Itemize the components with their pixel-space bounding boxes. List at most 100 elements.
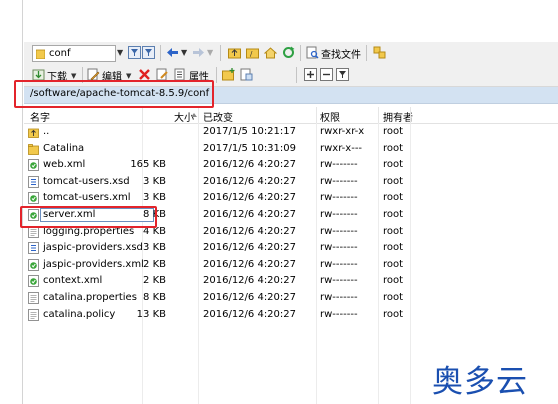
toolbar-separator — [300, 45, 301, 61]
file-size: 13 KB — [136, 308, 166, 320]
file-owner: root — [383, 142, 404, 154]
folder-combo-value: conf — [49, 48, 71, 59]
toolbar-separator — [160, 45, 161, 61]
file-permissions: rw------- — [320, 192, 358, 204]
file-owner: root — [383, 209, 404, 220]
column-header-modified[interactable]: 已改变 — [203, 109, 233, 124]
file-modified: 2016/12/6 4:20:27 — [203, 308, 297, 320]
file-permissions: rw------- — [320, 175, 358, 187]
refresh-icon[interactable] — [282, 46, 295, 59]
toolbar-separator — [216, 67, 217, 83]
parent-folder-icon — [28, 128, 39, 138]
sort-ascending-icon — [191, 113, 197, 117]
filter-icon[interactable] — [128, 46, 141, 59]
file-modified: 2016/12/6 4:20:27 — [203, 242, 297, 254]
file-modified: 2016/12/6 4:20:27 — [203, 209, 297, 220]
file-owner: root — [383, 258, 404, 270]
file-list-header: 名字 大小 已改变 权限 拥有者 — [24, 107, 558, 124]
file-modified: 2016/12/6 4:20:27 — [203, 225, 297, 237]
file-permissions: rw------- — [320, 275, 358, 287]
home-icon[interactable] — [264, 46, 277, 59]
parent-folder-icon[interactable] — [228, 46, 241, 59]
filter-select-icon[interactable] — [336, 68, 349, 81]
file-size: 3 KB — [143, 192, 166, 204]
file-owner: root — [383, 275, 404, 287]
file-modified: 2017/1/5 10:31:09 — [203, 142, 297, 154]
file-permissions: rwxr-x--- — [320, 142, 363, 154]
back-dropdown-icon[interactable]: ▼ — [181, 46, 191, 60]
funnel-icon[interactable] — [142, 46, 155, 59]
file-modified: 2016/12/6 4:20:27 — [203, 275, 297, 287]
file-row[interactable]: jaspic-providers.xsd 3 KB 2016/12/6 4:20:2… — [24, 240, 558, 256]
file-owner: root — [383, 225, 404, 237]
column-divider — [198, 107, 199, 123]
file-owner: root — [383, 192, 404, 204]
file-name: catalina.policy — [43, 308, 116, 320]
select-all-icon[interactable] — [304, 68, 317, 81]
column-header-permissions[interactable]: 权限 — [320, 109, 340, 124]
left-pane-edge — [0, 0, 23, 404]
find-file-icon[interactable] — [306, 46, 319, 59]
sync-browsing-icon[interactable] — [373, 46, 386, 59]
column-header-name[interactable]: 名字 — [30, 109, 50, 124]
file-row[interactable]: tomcat-users.xml 3 KB 2016/12/6 4:20:27 rw-… — [24, 190, 558, 206]
path-highlight-box — [14, 80, 214, 108]
file-row[interactable]: context.xml 2 KB 2016/12/6 4:20:27 rw------… — [24, 273, 558, 289]
file-name: web.xml — [43, 159, 86, 171]
file-owner: root — [383, 308, 404, 320]
file-size: 3 KB — [143, 175, 166, 187]
xml-file-icon — [28, 258, 39, 271]
file-modified: 2016/12/6 4:20:27 — [203, 175, 297, 187]
file-row[interactable]: catalina.properties 8 KB 2016/12/6 4:20:27… — [24, 290, 558, 306]
file-row[interactable]: Catalina 2017/1/5 10:31:09 rwxr-x--- root — [24, 141, 558, 157]
file-owner: root — [383, 175, 404, 187]
xml-file-icon — [28, 159, 39, 172]
server-xml-highlight-box — [20, 206, 157, 228]
file-row[interactable]: catalina.policy 13 KB 2016/12/6 4:20:27 rw-… — [24, 307, 558, 323]
file-permissions: rw------- — [320, 308, 358, 320]
column-divider — [378, 107, 379, 123]
forward-dropdown-icon[interactable]: ▼ — [207, 46, 217, 60]
file-size: 3 KB — [143, 242, 166, 254]
root-folder-icon[interactable]: / — [246, 46, 259, 59]
find-file-button[interactable]: 查找文件 — [321, 46, 361, 61]
file-size: 2 KB — [143, 275, 166, 287]
file-row[interactable]: web.xml 165 KB 2016/12/6 4:20:27 rw------- r… — [24, 157, 558, 173]
file-owner: root — [383, 159, 404, 171]
folder-icon — [36, 49, 45, 59]
file-row[interactable]: jaspic-providers.xml 2 KB 2016/12/6 4:20:2… — [24, 257, 558, 273]
file-permissions: rwxr-xr-x — [320, 126, 365, 137]
file-modified: 2016/12/6 4:20:27 — [203, 159, 297, 171]
file-modified: 2016/12/6 4:20:27 — [203, 292, 297, 303]
file-size: 2 KB — [143, 258, 166, 270]
file-permissions: rw------- — [320, 258, 358, 270]
file-name: Catalina — [43, 142, 85, 154]
file-row[interactable]: tomcat-users.xsd 3 KB 2016/12/6 4:20:27 rw-… — [24, 174, 558, 190]
back-arrow-icon[interactable] — [166, 46, 179, 59]
folder-combo[interactable]: conf — [32, 45, 116, 62]
file-modified: 2016/12/6 4:20:27 — [203, 258, 297, 270]
chevron-down-icon[interactable]: ▼ — [117, 46, 127, 60]
xsd-file-icon — [28, 242, 39, 255]
column-header-owner[interactable]: 拥有者 — [383, 109, 413, 124]
new-folder-icon[interactable] — [222, 68, 235, 81]
text-file-icon — [28, 308, 39, 321]
forward-arrow-icon[interactable] — [192, 46, 205, 59]
file-modified: 2017/1/5 10:21:17 — [203, 126, 297, 137]
file-name: context.xml — [43, 275, 103, 287]
file-row[interactable]: .. 2017/1/5 10:21:17 rwxr-xr-x root — [24, 124, 558, 140]
file-owner: root — [383, 242, 404, 254]
new-file-icon[interactable] — [240, 68, 253, 81]
file-modified: 2016/12/6 4:20:27 — [203, 192, 297, 204]
file-owner: root — [383, 292, 404, 303]
file-permissions: rw------- — [320, 225, 358, 237]
file-permissions: rw------- — [320, 209, 358, 220]
watermark: 奥多云 — [432, 364, 528, 400]
file-permissions: rw------- — [320, 159, 358, 171]
deselect-icon[interactable] — [320, 68, 333, 81]
column-divider — [142, 107, 143, 123]
file-permissions: rw------- — [320, 242, 358, 254]
column-divider — [316, 107, 317, 123]
toolbar-separator — [296, 67, 297, 83]
toolbar-separator — [366, 45, 367, 61]
